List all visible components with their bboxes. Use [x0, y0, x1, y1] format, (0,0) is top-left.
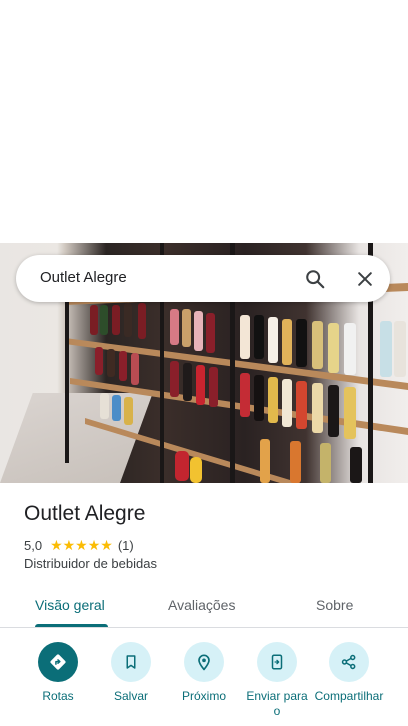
review-count: (1) — [117, 537, 134, 553]
save-label: Salvar — [113, 689, 148, 703]
nearby-label: Próximo — [181, 689, 226, 703]
directions-icon — [50, 654, 66, 670]
star-rating-icon: ★★★★★ — [50, 536, 113, 553]
rating-value: 5,0 — [24, 537, 43, 553]
rating-row[interactable]: 5,0 ★★★★★ (1) — [24, 536, 134, 554]
clear-search-button[interactable] — [352, 266, 378, 292]
directions-button[interactable]: Rotas — [23, 642, 93, 704]
search-bar: Outlet Alegre — [16, 255, 390, 302]
search-icon — [306, 270, 325, 289]
tab-reviews[interactable]: Avaliações — [168, 597, 235, 613]
active-tab-indicator — [35, 624, 108, 627]
send-to-phone-button[interactable]: Enviar para o — [242, 642, 312, 719]
send-to-phone-button-circle — [257, 642, 297, 682]
send-to-phone-icon — [271, 654, 283, 670]
action-buttons: Rotas Salvar Próximo Enviar para o Compa… — [0, 642, 408, 726]
place-sheet-page: Outlet Alegre Outlet Alegre 5,0 ★★★★★ (1… — [0, 0, 408, 726]
save-button[interactable]: Salvar — [96, 642, 166, 704]
share-button-circle — [329, 642, 369, 682]
save-button-circle — [111, 642, 151, 682]
close-icon — [358, 272, 372, 286]
place-category: Distribuidor de bebidas — [24, 556, 157, 571]
nearby-button-circle — [184, 642, 224, 682]
share-label: Compartilhar — [314, 689, 384, 703]
tab-about[interactable]: Sobre — [316, 597, 353, 613]
place-tabs: Visão geral Avaliações Sobre — [0, 588, 408, 628]
bookmark-icon — [126, 655, 136, 669]
place-name: Outlet Alegre — [24, 502, 146, 525]
nearby-button[interactable]: Próximo — [169, 642, 239, 704]
share-icon — [341, 654, 356, 670]
search-input[interactable]: Outlet Alegre — [40, 269, 127, 286]
search-button[interactable] — [302, 266, 328, 292]
share-button[interactable]: Compartilhar — [314, 642, 384, 704]
directions-label: Rotas — [42, 689, 74, 703]
tab-overview[interactable]: Visão geral — [35, 597, 105, 613]
send-to-phone-label: Enviar para o — [246, 689, 308, 718]
directions-button-circle — [38, 642, 78, 682]
nearby-icon — [198, 654, 210, 671]
